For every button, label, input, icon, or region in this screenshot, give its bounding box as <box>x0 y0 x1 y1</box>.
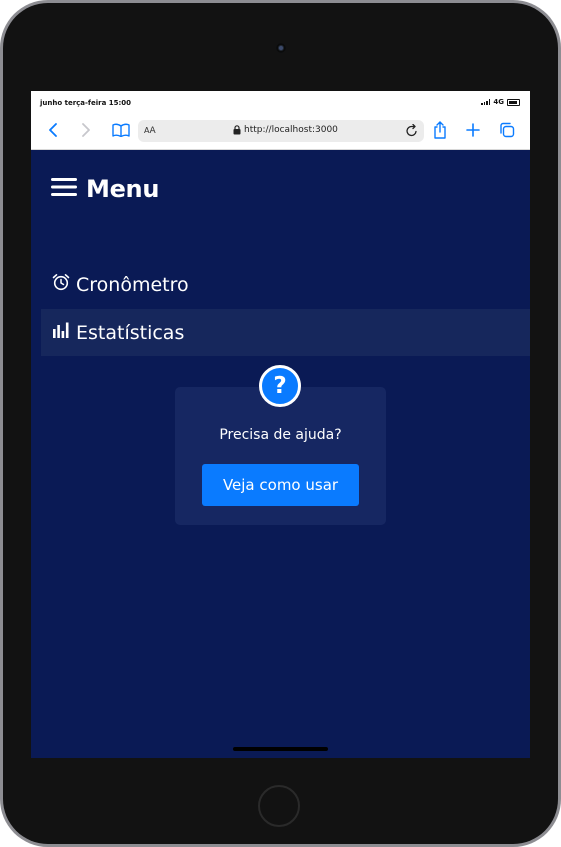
lock-icon <box>233 125 241 138</box>
signal-icon <box>481 99 491 105</box>
home-button[interactable] <box>258 785 300 827</box>
bar-chart-icon <box>52 321 70 344</box>
battery-icon <box>507 98 520 106</box>
back-icon[interactable] <box>43 120 63 140</box>
nav-item-estatisticas[interactable]: Estatísticas <box>41 309 530 356</box>
network-label: 4G <box>493 98 504 106</box>
share-icon[interactable] <box>430 120 450 140</box>
tabs-icon[interactable] <box>497 120 517 140</box>
front-camera <box>276 43 286 53</box>
help-button[interactable]: Veja como usar <box>202 464 359 506</box>
help-text: Precisa de ajuda? <box>219 427 342 443</box>
reload-icon[interactable] <box>406 123 418 140</box>
menu-header: Menu <box>51 175 159 203</box>
alarm-clock-icon <box>52 273 70 296</box>
url-text: http://localhost:3000 <box>244 125 338 135</box>
home-indicator <box>233 747 328 751</box>
address-bar[interactable]: AA http://localhost:3000 <box>138 120 424 142</box>
new-tab-icon[interactable] <box>463 120 483 140</box>
nav-item-label: Cronômetro <box>76 273 189 296</box>
status-time: junho terça-feira 15:00 <box>40 99 132 107</box>
text-size-button[interactable]: AA <box>144 126 156 136</box>
hamburger-icon[interactable] <box>51 177 77 202</box>
menu-title: Menu <box>86 175 160 203</box>
nav-item-label: Estatísticas <box>76 321 185 344</box>
tablet-device: junho terça-feira 15:00 4G AA http://loc… <box>0 0 561 847</box>
status-indicators: 4G <box>481 98 520 106</box>
screen: junho terça-feira 15:00 4G AA http://loc… <box>31 91 530 758</box>
nav-item-cronometro[interactable]: Cronômetro <box>41 261 530 308</box>
question-mark-icon: ? <box>259 365 301 407</box>
status-bar: junho terça-feira 15:00 4G <box>31 91 530 113</box>
bookmarks-icon[interactable] <box>111 120 131 140</box>
forward-icon[interactable] <box>76 120 96 140</box>
